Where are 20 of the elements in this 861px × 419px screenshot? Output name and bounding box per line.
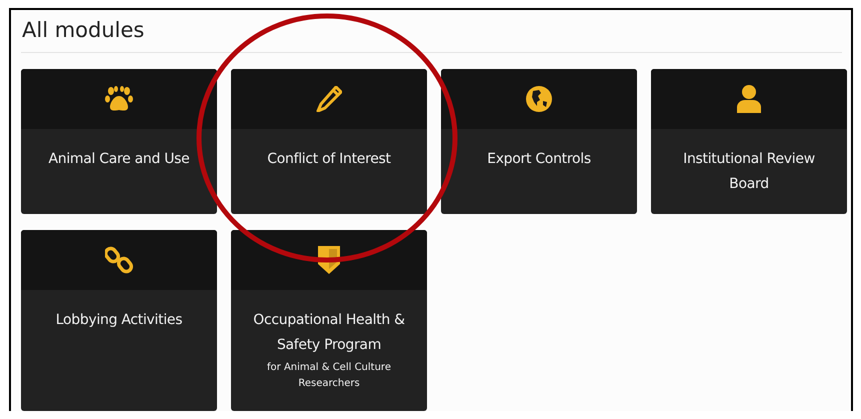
module-tile[interactable]: Occupational Health & Safety Program for Animal & Cell Culture Researchers (231, 230, 427, 411)
module-subtitle: for Animal & Cell Culture Researchers (266, 361, 392, 391)
module-tile[interactable]: Export Controls (441, 69, 637, 214)
person-icon (737, 85, 761, 113)
module-tile[interactable]: Conflict of Interest (231, 69, 427, 214)
page-heading: All modules (21, 17, 146, 44)
module-tile[interactable]: Animal Care and Use (21, 69, 217, 214)
globe-icon (525, 85, 553, 113)
chain-link-icon (105, 246, 133, 274)
shield-icon (317, 245, 341, 275)
module-title: Export Controls (486, 150, 592, 169)
module-title: Animal Care and Use (47, 150, 190, 169)
module-title: Occupational Health & Safety Program (252, 311, 406, 355)
module-tile[interactable]: Lobbying Activities (21, 230, 217, 411)
module-title: Conflict of Interest (266, 150, 392, 169)
module-title: Institutional Review Board (682, 150, 816, 194)
pencil-icon (316, 86, 342, 112)
paw-icon (105, 86, 133, 112)
module-tile[interactable]: Institutional Review Board (651, 69, 847, 214)
module-title: Lobbying Activities (54, 311, 184, 330)
